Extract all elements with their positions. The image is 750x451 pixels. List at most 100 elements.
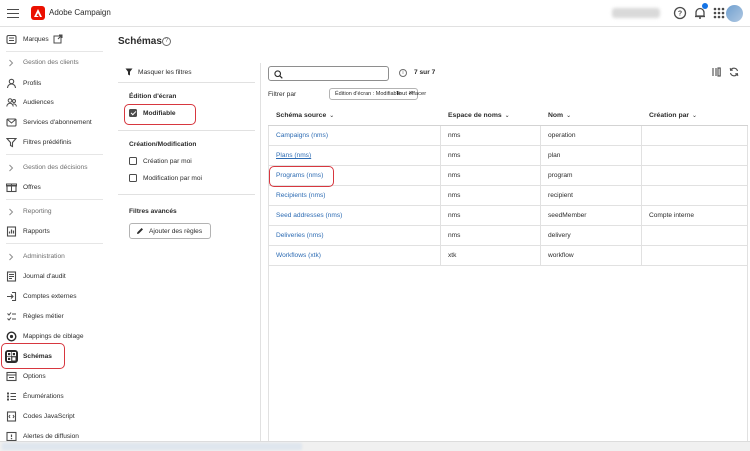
filter-option-modified-by-me[interactable]: Modification par moi <box>129 174 202 182</box>
filter-icon <box>125 68 133 76</box>
checkbox-created-by-me[interactable] <box>129 157 137 165</box>
table-row[interactable]: Programs (nms) nms program <box>268 166 748 186</box>
sidebar-item-offres[interactable]: Offres <box>0 178 107 196</box>
checkbox-modified-by-me[interactable] <box>129 174 137 182</box>
sidebar-section-decisions[interactable]: Gestion des décisions <box>0 161 107 175</box>
column-settings-icon[interactable] <box>711 67 721 77</box>
clear-all-button[interactable]: Tout effacer <box>396 91 426 97</box>
table-row[interactable]: Seed addresses (nms) nms seedMember Comp… <box>268 206 748 226</box>
sidebar-divider <box>6 199 103 200</box>
rules-icon <box>7 311 16 321</box>
column-header-name[interactable]: Nom ⌄ <box>548 112 571 119</box>
sidebar-item-business-rules[interactable]: Règles métier <box>0 307 107 325</box>
browser-status-bar <box>0 441 750 451</box>
filter-by-label: Filtrer par <box>268 91 297 98</box>
hamburger-menu-icon[interactable] <box>6 6 20 20</box>
sidebar-section-title: Administration <box>23 253 65 260</box>
created-by-cell: Compte interne <box>649 212 695 219</box>
sidebar-item-javascript-codes[interactable]: Codes JavaScript <box>0 407 107 425</box>
sidebar-item-marques[interactable]: Marques <box>0 30 107 48</box>
column-divider <box>540 126 541 266</box>
enumeration-icon <box>7 392 16 400</box>
column-divider <box>440 126 441 266</box>
sidebar-section-administration[interactable]: Administration <box>0 250 107 264</box>
info-icon[interactable]: ? <box>162 37 171 46</box>
sidebar-item-audiences[interactable]: Audiences <box>0 93 107 111</box>
main-content: Schémas ? Masquer les filtres Édition d'… <box>107 27 750 441</box>
sidebar-item-subscription[interactable]: Services d'abonnement <box>0 113 107 131</box>
sidebar-item-audit-log[interactable]: Journal d'audit <box>0 267 107 285</box>
targeting-icon <box>6 330 17 342</box>
offer-icon <box>6 183 17 192</box>
filter-option-created-by-me[interactable]: Création par moi <box>129 157 192 165</box>
sidebar-item-label: Offres <box>23 183 41 191</box>
name-cell: delivery <box>548 232 571 239</box>
name-cell: plan <box>548 152 561 159</box>
refresh-icon[interactable] <box>729 67 739 77</box>
hide-filters-button[interactable]: Masquer les filtres <box>125 68 192 76</box>
sidebar-divider <box>6 51 103 52</box>
sidebar-item-label: Filtres prédéfinis <box>23 138 72 146</box>
filter-group-title: Création/Modification <box>129 141 197 148</box>
column-header-created-by[interactable]: Création par ⌄ <box>649 112 697 119</box>
filter-divider <box>118 82 255 83</box>
highlight-schemas <box>1 343 65 369</box>
add-rules-button[interactable]: Ajouter des règles <box>129 223 212 239</box>
sidebar-item-enumerations[interactable]: Énumérations <box>0 387 107 405</box>
column-divider <box>641 126 642 266</box>
column-header-namespace[interactable]: Espace de noms ⌄ <box>448 112 510 119</box>
sidebar-item-label: Audiences <box>23 98 54 106</box>
schema-source-link[interactable]: Seed addresses (nms) <box>276 212 342 219</box>
table-row[interactable]: Workflows (xtk) xtk workflow <box>268 246 748 266</box>
namespace-cell: nms <box>448 152 461 159</box>
svg-text:?: ? <box>678 11 682 18</box>
table-row[interactable]: Deliveries (nms) nms delivery <box>268 226 748 246</box>
search-input[interactable] <box>268 66 389 81</box>
help-icon[interactable]: ? <box>673 6 687 20</box>
table-row[interactable]: Recipients (nms) nms recipient <box>268 186 748 206</box>
schema-source-link[interactable]: Recipients (nms) <box>276 192 325 199</box>
schema-source-link[interactable]: Campaigns (nms) <box>276 132 328 139</box>
filter-group-title: Édition d'écran <box>129 93 177 100</box>
count-info-icon[interactable]: i <box>399 69 407 77</box>
sidebar-item-label: Règles métier <box>23 312 64 320</box>
sidebar-item-label: Options <box>23 372 46 380</box>
javascript-icon <box>6 410 17 422</box>
search-icon <box>274 70 283 79</box>
name-cell: operation <box>548 132 576 139</box>
sidebar-item-options[interactable]: Options <box>0 367 107 385</box>
apps-grid-icon[interactable] <box>712 6 726 20</box>
chevron-right-icon <box>9 59 14 67</box>
chevron-down-icon: ⌄ <box>504 113 510 119</box>
schema-source-link[interactable]: Plans (nms) <box>276 152 311 159</box>
top-bar: Adobe Campaign ? <box>0 0 750 27</box>
sidebar: Marques Gestion des clients Profils Audi… <box>0 27 107 441</box>
namespace-cell: nms <box>448 172 461 179</box>
table-row[interactable]: Plans (nms) nms plan <box>268 146 748 166</box>
sidebar-item-external-accounts[interactable]: Comptes externes <box>0 287 107 305</box>
name-cell: workflow <box>548 252 574 259</box>
sidebar-item-label: Rapports <box>23 227 50 235</box>
result-count: 7 sur 7 <box>414 69 436 76</box>
sidebar-divider <box>6 243 103 244</box>
hide-filters-label: Masquer les filtres <box>138 68 192 76</box>
table-row[interactable]: Campaigns (nms) nms operation <box>268 126 748 146</box>
org-switcher[interactable] <box>612 8 660 18</box>
schema-source-link[interactable]: Workflows (xtk) <box>276 252 321 259</box>
filter-divider <box>118 130 255 131</box>
namespace-cell: xtk <box>448 252 457 259</box>
sidebar-item-profils[interactable]: Profils <box>0 74 107 92</box>
audit-icon <box>6 270 17 282</box>
sidebar-item-label: Marques <box>23 35 49 43</box>
adobe-logo-icon[interactable] <box>31 6 45 20</box>
sidebar-item-predefined-filters[interactable]: Filtres prédéfinis <box>0 133 107 151</box>
app-name[interactable]: Adobe Campaign <box>49 8 111 17</box>
schema-source-link[interactable]: Deliveries (nms) <box>276 232 324 239</box>
sidebar-item-rapports[interactable]: Rapports <box>0 222 107 240</box>
sidebar-section-customer[interactable]: Gestion des clients <box>0 56 107 70</box>
sidebar-section-reporting[interactable]: Reporting <box>0 205 107 219</box>
user-avatar[interactable] <box>726 5 743 22</box>
filter-icon <box>6 137 17 147</box>
name-cell: recipient <box>548 192 573 199</box>
column-header-source[interactable]: Schéma source ⌄ <box>276 112 334 119</box>
